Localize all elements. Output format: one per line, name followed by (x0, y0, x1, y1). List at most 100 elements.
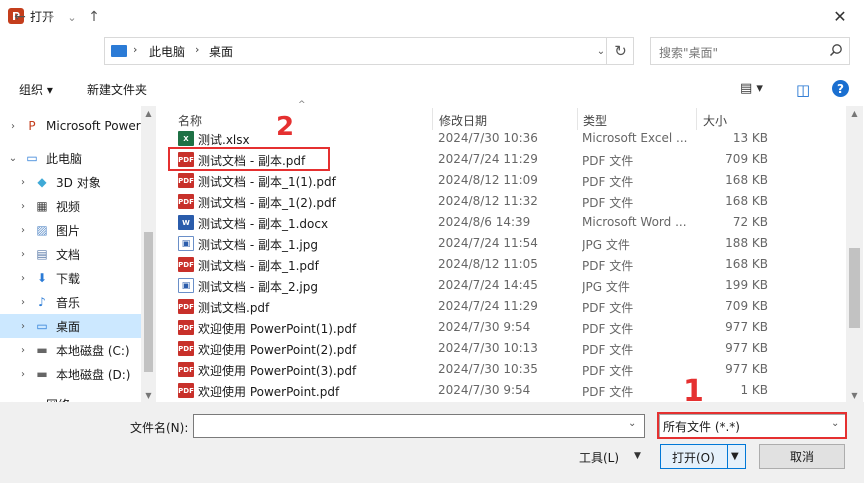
file-row[interactable]: PDF 欢迎使用 PowerPoint(2).pdf 2024/7/30 10:13… (168, 338, 776, 359)
column-divider[interactable] (432, 108, 433, 130)
file-name: 欢迎使用 PowerPoint(3).pdf (198, 364, 357, 378)
change-view-icon[interactable]: ▤ ▾ (740, 81, 763, 96)
file-row[interactable]: PDF 测试文档.pdf 2024/7/24 11:29 PDF 文件 709 KB (168, 296, 776, 317)
open-options-dropdown-icon[interactable]: ▼ (731, 451, 739, 462)
file-row[interactable]: ▣ 测试文档 - 副本_1.jpg 2024/7/24 11:54 JPG 文件 188… (168, 233, 776, 254)
open-button-split (727, 445, 728, 468)
file-row[interactable]: X 测试.xlsx 2024/7/30 10:36 Microsoft Excel .… (168, 128, 776, 149)
help-icon[interactable]: ? (832, 80, 849, 97)
breadcrumb-separator: › (133, 43, 138, 56)
new-folder-button[interactable]: 新建文件夹 (87, 81, 147, 98)
column-divider[interactable] (577, 108, 578, 130)
tools-menu[interactable]: 工具(L) (579, 449, 619, 466)
sidebar-scroll-up-icon[interactable]: ▲ (141, 106, 156, 120)
forward-arrow-icon[interactable]: → (38, 8, 58, 26)
file-date: 2024/7/30 10:35 (438, 362, 538, 376)
column-header-type[interactable]: 类型 (583, 112, 607, 129)
file-name: 测试文档 - 副本_1.jpg (198, 238, 318, 252)
file-type: Microsoft Word ... (582, 215, 687, 229)
sidebar-item-label: Microsoft Power (46, 119, 141, 133)
file-date: 2024/7/30 10:36 (438, 131, 538, 145)
navigation-pane: › P Microsoft Power ⌄ ▭ 此电脑 › ◆ 3D 对象 › ▦ 视频 › ▨ 图片 › ▤ 文… (0, 106, 156, 402)
sidebar-item-icon: ▤ (36, 247, 48, 261)
sidebar-item[interactable]: › ◆ 3D 对象 (0, 170, 141, 194)
file-name: 测试文档.pdf (198, 301, 270, 315)
sidebar-scroll-down-icon[interactable]: ▼ (141, 388, 156, 402)
file-list-scroll-up-icon[interactable]: ▲ (846, 106, 863, 120)
filename-dropdown-chevron-icon[interactable]: ⌄ (628, 418, 636, 429)
cancel-button[interactable]: 取消 (759, 444, 845, 469)
sidebar-item[interactable]: › ♪ 音乐 (0, 290, 141, 314)
file-list-scroll-down-icon[interactable]: ▼ (846, 388, 863, 402)
sidebar-scrollbar-thumb[interactable] (144, 232, 153, 372)
refresh-icon[interactable]: ↻ (606, 37, 634, 65)
sidebar-item[interactable]: › ▬ 本地磁盘 (C:) (0, 338, 141, 362)
expand-chevron-icon[interactable]: › (16, 345, 30, 356)
annotation-number-2: 2 (276, 112, 295, 142)
expand-chevron-icon[interactable]: › (6, 121, 20, 132)
file-row[interactable]: PDF 测试文档 - 副本_1.pdf 2024/8/12 11:05 PDF 文件 1… (168, 254, 776, 275)
file-type: PDF 文件 (582, 322, 634, 336)
file-size: 168 KB (725, 257, 768, 271)
sidebar-item[interactable]: › ▤ 文档 (0, 242, 141, 266)
file-name: 测试文档 - 副本_1.pdf (198, 259, 319, 273)
breadcrumb-this-pc[interactable]: 此电脑 (149, 43, 185, 60)
file-list-scrollbar-thumb[interactable] (849, 248, 860, 328)
sidebar-item-label: 本地磁盘 (C:) (56, 343, 130, 358)
recent-locations-chevron-icon[interactable]: ⌄ (62, 8, 82, 26)
sidebar-item[interactable]: › ▨ 图片 (0, 218, 141, 242)
expand-chevron-icon[interactable]: › (16, 225, 30, 236)
annotation-number-1: 1 (683, 374, 704, 409)
search-icon[interactable] (829, 43, 843, 61)
file-type: PDF 文件 (582, 343, 634, 357)
expand-chevron-icon[interactable]: › (16, 201, 30, 212)
filename-input[interactable] (193, 414, 645, 438)
file-name: 欢迎使用 PowerPoint(1).pdf (198, 322, 357, 336)
file-row[interactable]: PDF 欢迎使用 PowerPoint(1).pdf 2024/7/30 9:54 P… (168, 317, 776, 338)
expand-chevron-icon[interactable]: › (16, 369, 30, 380)
file-type: Microsoft Excel ... (582, 131, 688, 145)
file-date: 2024/7/30 9:54 (438, 383, 531, 397)
column-header-date[interactable]: 修改日期 (439, 112, 487, 129)
file-size: 1 KB (740, 383, 768, 397)
tools-dropdown-icon[interactable]: ▼ (634, 451, 641, 461)
file-name: 测试.xlsx (198, 133, 250, 147)
file-size: 977 KB (725, 341, 768, 355)
file-date: 2024/8/12 11:32 (438, 194, 538, 208)
expand-chevron-icon[interactable]: › (16, 177, 30, 188)
organize-menu[interactable]: 组织 ▾ (19, 81, 53, 98)
pdf-file-icon: PDF (178, 362, 194, 377)
search-box[interactable]: 搜索"桌面" (650, 37, 850, 65)
sidebar-item[interactable]: › ▬ 本地磁盘 (D:) (0, 362, 141, 386)
sidebar-item-label: 下载 (56, 271, 81, 286)
annotation-box-filter (657, 412, 847, 439)
sidebar-item[interactable]: ›▭网络 (0, 392, 141, 402)
back-arrow-icon[interactable]: ← (10, 8, 30, 26)
expand-chevron-icon[interactable]: ⌄ (6, 153, 20, 164)
preview-pane-icon[interactable]: ◫ (796, 81, 810, 99)
expand-chevron-icon[interactable]: › (16, 297, 30, 308)
expand-chevron-icon[interactable]: › (16, 273, 30, 284)
file-row[interactable]: W 测试文档 - 副本_1.docx 2024/8/6 14:39 Microsoft… (168, 212, 776, 233)
sidebar-item-icon: ▬ (36, 343, 48, 357)
file-row[interactable]: PDF 测试文档 - 副本_1(1).pdf 2024/8/12 11:09 PDF … (168, 170, 776, 191)
sidebar-item[interactable]: › P Microsoft Power (0, 114, 141, 138)
sidebar-item-icon: ♪ (38, 295, 46, 309)
expand-chevron-icon[interactable]: › (16, 321, 30, 332)
xlsx-file-icon: X (178, 131, 194, 146)
file-row[interactable]: PDF 测试文档 - 副本_1(2).pdf 2024/8/12 11:32 PDF … (168, 191, 776, 212)
sidebar-item[interactable]: › ▭ 桌面 (0, 314, 141, 338)
sidebar-item[interactable]: › ⬇ 下载 (0, 266, 141, 290)
close-button[interactable]: ✕ (822, 4, 858, 28)
sidebar-item[interactable]: › ▦ 视频 (0, 194, 141, 218)
open-button-label: 打开(O) (672, 451, 715, 465)
column-header-name[interactable]: 名称 (178, 112, 202, 129)
breadcrumb-desktop[interactable]: 桌面 (209, 43, 233, 60)
up-arrow-icon[interactable]: ↑ (84, 8, 104, 26)
column-header-size[interactable]: 大小 (703, 112, 727, 129)
file-row[interactable]: ▣ 测试文档 - 副本_2.jpg 2024/7/24 14:45 JPG 文件 199… (168, 275, 776, 296)
sidebar-item[interactable]: ⌄ ▭ 此电脑 (0, 146, 141, 170)
column-divider[interactable] (696, 108, 697, 130)
expand-chevron-icon[interactable]: › (16, 249, 30, 260)
address-bar[interactable]: › 此电脑 › 桌面 (104, 37, 634, 65)
